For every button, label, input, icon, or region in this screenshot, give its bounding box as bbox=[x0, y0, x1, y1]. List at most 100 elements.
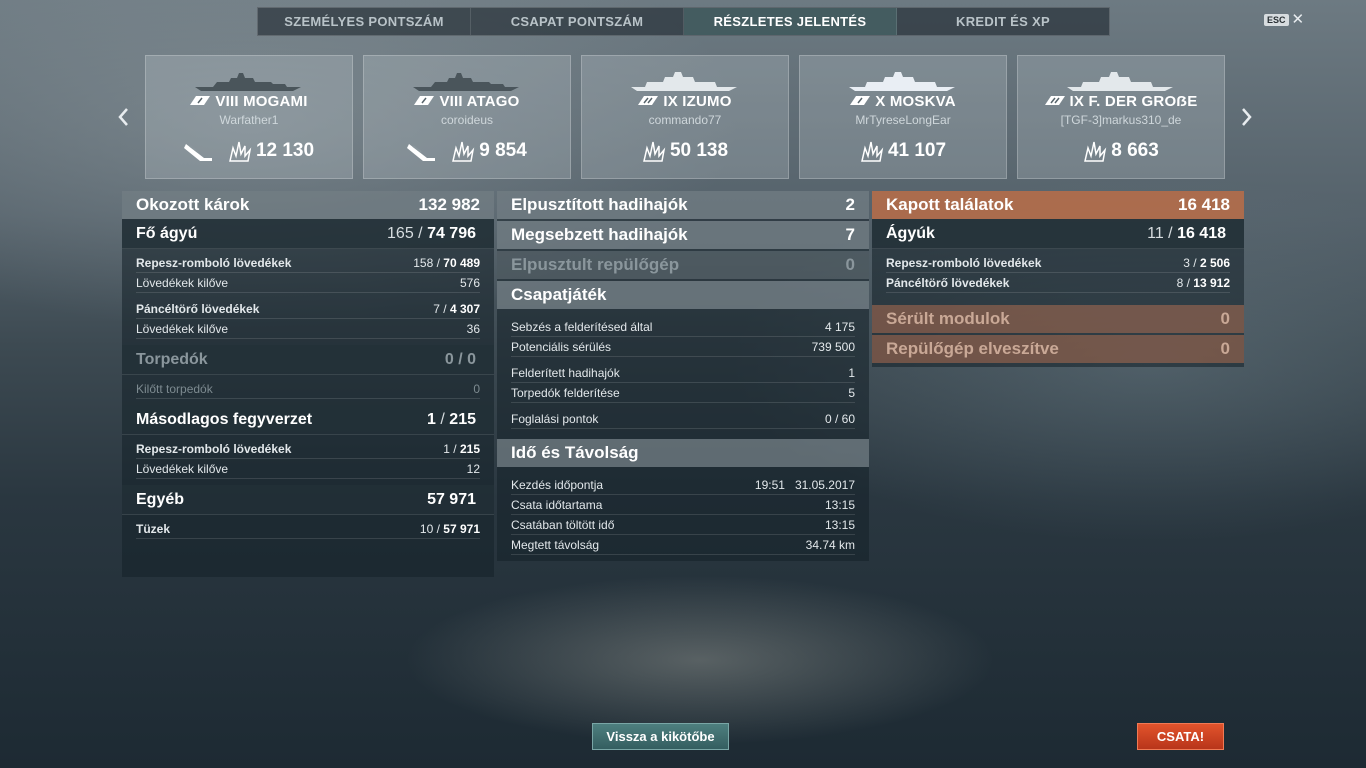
ap-fired-row: Lövedékek kilőve 36 bbox=[136, 319, 480, 339]
ap-fired-value: 36 bbox=[466, 321, 480, 336]
he-received-total: 2 506 bbox=[1199, 255, 1230, 270]
capture-points-value: 0 / 60 bbox=[824, 411, 855, 426]
hits-received-header: Kapott találatok 16 418 bbox=[872, 191, 1244, 219]
ship-silhouette-icon bbox=[1067, 72, 1173, 91]
start-time-label: Kezdés időpontja bbox=[511, 477, 604, 492]
cruiser-class-icon bbox=[414, 96, 435, 105]
he-fired-row: Lövedékek kilőve 576 bbox=[136, 273, 480, 293]
secondary-he-row: Repesz-romboló lövedékek 1 / 215 bbox=[136, 439, 480, 459]
time-in-battle-row: Csatában töltött idő 13:15 bbox=[511, 515, 855, 535]
secondary-he-hits: 1 bbox=[443, 441, 450, 456]
destroyed-ships-label: Elpusztított hadihajók bbox=[511, 195, 688, 214]
battle-duration-row: Csata időtartama 13:15 bbox=[511, 495, 855, 515]
guns-received-total: 16 418 bbox=[1177, 224, 1226, 242]
tab-personal-score[interactable]: SZEMÉLYES PONTSZÁM bbox=[258, 8, 471, 35]
distance-value: 34.74 km bbox=[805, 537, 855, 552]
esc-close-button[interactable]: ESC ✕ bbox=[1264, 11, 1305, 28]
he-fired-value: 576 bbox=[459, 275, 480, 290]
planes-destroyed-value: 0 bbox=[845, 255, 855, 274]
he-received-hits: 3 bbox=[1183, 255, 1190, 270]
ap-shells-row: Páncéltörő lövedékek 7 / 4 307 bbox=[136, 299, 480, 319]
damage-dealt-header: Okozott károk 132 982 bbox=[122, 191, 494, 219]
torpedoes-fired-value: 0 bbox=[473, 381, 480, 396]
other-header: Egyéb 57 971 bbox=[122, 485, 494, 515]
main-battery-hits: 165 bbox=[387, 224, 414, 242]
damaged-modules-header: Sérült modulok 0 bbox=[872, 305, 1244, 333]
fires-hits: 10 bbox=[419, 521, 434, 536]
he-shells-total: 70 489 bbox=[443, 255, 480, 270]
player-name: Warfather1 bbox=[219, 113, 279, 127]
planes-destroyed-header: Elpusztult repülőgép 0 bbox=[497, 251, 869, 279]
torpedo-spotting-row: Torpedók felderítése 5 bbox=[511, 383, 855, 403]
spotting-damage-row: Sebzés a felderítésed által 4 175 bbox=[511, 317, 855, 337]
damaged-modules-value: 0 bbox=[1220, 309, 1230, 328]
start-time-value: 19:51 31.05.2017 bbox=[754, 477, 855, 492]
tab-team-score[interactable]: CSAPAT PONTSZÁM bbox=[471, 8, 684, 35]
time-in-battle-value: 13:15 bbox=[824, 517, 855, 532]
he-received-label: Repesz-romboló lövedékek bbox=[886, 255, 1042, 270]
main-battery-header: Fő ágyú 165 / 74 796 bbox=[122, 219, 494, 249]
spotted-ships-value: 1 bbox=[848, 365, 855, 380]
ship-name: IX IZUMO bbox=[663, 93, 732, 110]
ap-fired-label: Lövedékek kilőve bbox=[136, 321, 229, 336]
ap-received-row: Páncéltörő lövedékek 8 / 13 912 bbox=[886, 273, 1230, 293]
torpedoes-label: Torpedók bbox=[136, 350, 208, 368]
other-label: Egyéb bbox=[136, 490, 185, 508]
he-shells-hits: 158 bbox=[413, 255, 434, 270]
damage-burst-icon bbox=[860, 141, 884, 162]
back-to-port-button[interactable]: Vissza a kikötőbe bbox=[592, 723, 729, 750]
distance-label: Megtett távolság bbox=[511, 537, 600, 552]
sunk-ship-icon bbox=[407, 144, 436, 161]
fires-label: Tüzek bbox=[136, 521, 171, 536]
damage-dealt-panel: Okozott károk 132 982 Fő ágyú 165 / 74 7… bbox=[122, 191, 494, 577]
time-distance-label: Idő és Távolság bbox=[511, 443, 639, 462]
time-distance-header: Idő és Távolság bbox=[497, 439, 869, 467]
esc-key-label: ESC bbox=[1264, 14, 1289, 26]
ship-name: VIII ATAGO bbox=[439, 93, 520, 110]
damage-score: 50 138 bbox=[669, 140, 729, 161]
ship-silhouette-icon bbox=[195, 73, 301, 91]
battle-duration-value: 13:15 bbox=[824, 497, 855, 512]
next-arrow-icon[interactable] bbox=[1239, 105, 1255, 129]
ap-shells-hits: 7 bbox=[433, 301, 440, 316]
close-icon: ✕ bbox=[1291, 11, 1305, 28]
spotting-damage-label: Sebzés a felderítésed által bbox=[511, 319, 653, 334]
ship-card[interactable]: X MOSKVA MrTyreseLongEar 41 107 bbox=[799, 55, 1007, 179]
ship-card[interactable]: VIII MOGAMI Warfather1 12 130 bbox=[145, 55, 353, 179]
torpedoes-value: 0 / 0 bbox=[444, 350, 476, 368]
ship-silhouette-icon bbox=[631, 72, 737, 91]
secondary-he-total: 215 bbox=[459, 441, 480, 456]
secondary-header: Másodlagos fegyverzet 1 / 215 bbox=[122, 405, 494, 435]
tab-bar: SZEMÉLYES PONTSZÁM CSAPAT PONTSZÁM RÉSZL… bbox=[257, 7, 1110, 36]
hits-received-value: 16 418 bbox=[1178, 195, 1230, 214]
ship-card[interactable]: IX IZUMO commando77 50 138 bbox=[581, 55, 789, 179]
guns-received-header: Ágyúk 11 / 16 418 bbox=[872, 219, 1244, 249]
teamplay-label: Csapatjáték bbox=[511, 285, 607, 304]
secondary-he-label: Repesz-romboló lövedékek bbox=[136, 441, 292, 456]
potential-damage-value: 739 500 bbox=[811, 339, 855, 354]
ship-silhouette-icon bbox=[849, 72, 955, 91]
ap-received-hits: 8 bbox=[1176, 275, 1184, 290]
cruiser-class-icon bbox=[850, 96, 871, 105]
damage-score: 41 107 bbox=[887, 140, 947, 161]
battle-button[interactable]: CSATA! bbox=[1137, 723, 1224, 750]
damage-burst-icon bbox=[452, 141, 475, 162]
destroyed-ships-value: 2 bbox=[845, 195, 855, 214]
damage-score: 8 663 bbox=[1111, 140, 1159, 161]
tab-detailed-report[interactable]: RÉSZLETES JELENTÉS bbox=[684, 8, 897, 35]
damage-dealt-label: Okozott károk bbox=[136, 195, 250, 214]
main-battery-total: 74 796 bbox=[427, 224, 476, 242]
tab-credits-xp[interactable]: KREDIT ÉS XP bbox=[897, 8, 1109, 35]
battle-duration-label: Csata időtartama bbox=[511, 497, 603, 512]
damage-burst-icon bbox=[228, 141, 252, 162]
he-shells-label: Repesz-romboló lövedékek bbox=[136, 255, 292, 270]
potential-damage-row: Potenciális sérülés 739 500 bbox=[511, 337, 855, 357]
damage-score: 12 130 bbox=[255, 140, 315, 161]
ship-card[interactable]: IX F. DER GROẞE [TGF-3]markus310_de 8 66… bbox=[1017, 55, 1225, 179]
he-shells-row: Repesz-romboló lövedékek 158 / 70 489 bbox=[136, 253, 480, 273]
ap-shells-total: 4 307 bbox=[449, 301, 480, 316]
planes-lost-value: 0 bbox=[1220, 339, 1230, 358]
secondary-total: 215 bbox=[449, 410, 476, 428]
ship-card[interactable]: VIII ATAGO coroideus 9 854 bbox=[363, 55, 571, 179]
prev-arrow-icon[interactable] bbox=[115, 105, 131, 129]
